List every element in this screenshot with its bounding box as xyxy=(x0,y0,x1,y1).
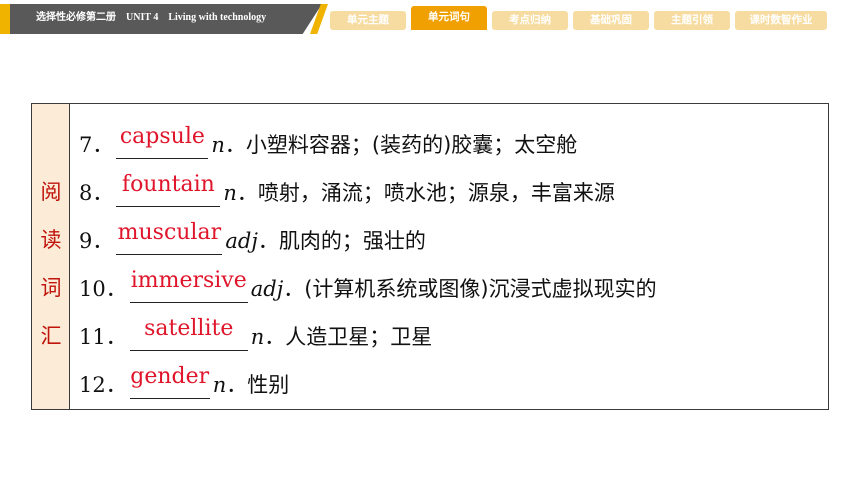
tab-theme-guide[interactable]: 主题引领 xyxy=(654,11,730,30)
side-char: 读 xyxy=(40,228,62,252)
vocab-row: 10． immersive adj．(计算机系统或图像)沉浸式虚拟现实的 xyxy=(79,268,657,303)
answer-text: satellite xyxy=(144,316,234,341)
tab-basic-practice[interactable]: 基础巩固 xyxy=(573,11,649,30)
side-char: 阅 xyxy=(40,180,62,204)
part-of-speech: adj xyxy=(250,277,284,301)
part-of-speech: adj xyxy=(225,229,258,253)
item-number: 12． xyxy=(79,373,127,397)
answer-text: fountain xyxy=(121,172,215,197)
answer-text: muscular xyxy=(117,220,222,245)
part-of-speech: n xyxy=(250,325,265,349)
item-number: 9． xyxy=(79,229,114,253)
vocab-card: 阅 读 词 汇 7． capsule n．小塑料容器；(装药的)胶囊；太空舱 8． f… xyxy=(31,103,829,410)
answer-text: immersive xyxy=(130,268,247,293)
answer-text: capsule xyxy=(119,124,205,149)
answer-blank[interactable]: capsule xyxy=(116,124,209,159)
item-number: 10． xyxy=(79,277,127,301)
meaning: 性别 xyxy=(247,373,290,397)
tab-unit-words[interactable]: 单元词句 xyxy=(411,6,487,30)
tab-unit-theme[interactable]: 单元主题 xyxy=(330,11,406,30)
vocab-row: 9． muscular adj．肌肉的；强壮的 xyxy=(79,220,426,255)
separator: ． xyxy=(283,277,305,301)
separator: ． xyxy=(264,325,286,349)
banner-accent xyxy=(0,4,10,34)
side-label: 阅 读 词 汇 xyxy=(32,104,70,409)
meaning: 喷射，涌流；喷水池；源泉，丰富来源 xyxy=(257,181,615,205)
item-number: 8． xyxy=(79,181,114,205)
answer-blank[interactable]: muscular xyxy=(116,220,223,255)
meaning: 肌肉的；强壮的 xyxy=(278,229,426,253)
separator: ． xyxy=(257,229,279,253)
answer-blank[interactable]: immersive xyxy=(129,268,248,303)
item-number: 11． xyxy=(79,325,127,349)
separator: ． xyxy=(236,181,258,205)
separator: ． xyxy=(226,373,248,397)
vocab-row: 12． gender n．性别 xyxy=(79,364,290,399)
answer-blank[interactable]: satellite xyxy=(129,316,248,351)
side-char: 汇 xyxy=(40,324,62,348)
page-title: 选择性必修第二册 UNIT 4 Living with technology xyxy=(36,12,267,23)
side-char: 词 xyxy=(40,276,62,300)
item-number: 7． xyxy=(79,133,114,157)
meaning: 小塑料容器；(装药的)胶囊；太空舱 xyxy=(245,133,578,157)
meaning: (计算机系统或图像)沉浸式虚拟现实的 xyxy=(304,277,657,301)
vocab-row: 11． satellite n．人造卫星；卫星 xyxy=(79,316,433,351)
part-of-speech: n xyxy=(211,133,225,157)
top-bar: 选择性必修第二册 UNIT 4 Living with technology 单… xyxy=(0,0,860,40)
part-of-speech: n xyxy=(223,181,237,205)
answer-text: gender xyxy=(130,364,210,389)
answer-blank[interactable]: fountain xyxy=(116,172,221,207)
tab-homework[interactable]: 课时数智作业 xyxy=(735,11,827,30)
answer-blank[interactable]: gender xyxy=(129,364,210,399)
tab-key-points[interactable]: 考点归纳 xyxy=(492,11,568,30)
separator: ． xyxy=(224,133,246,157)
part-of-speech: n xyxy=(212,373,227,397)
meaning: 人造卫星；卫星 xyxy=(285,325,433,349)
vocab-row: 7． capsule n．小塑料容器；(装药的)胶囊；太空舱 xyxy=(79,124,578,159)
vocab-row: 8． fountain n．喷射，涌流；喷水池；源泉，丰富来源 xyxy=(79,172,615,207)
